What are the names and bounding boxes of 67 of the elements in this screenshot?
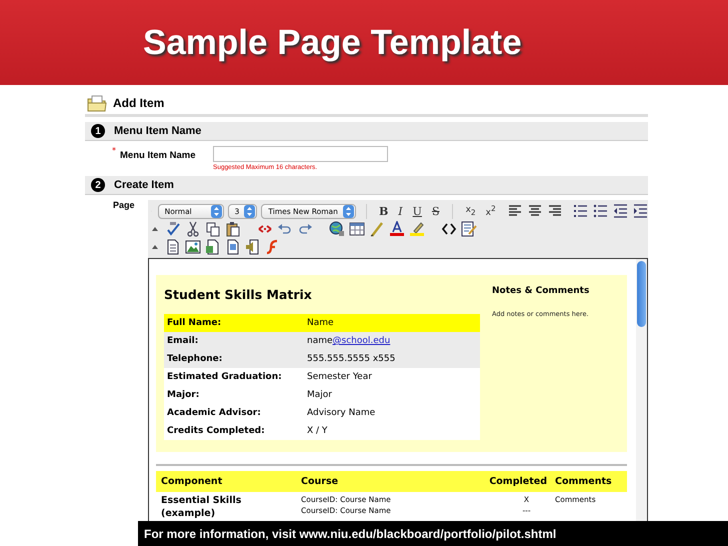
table-cell: name — [307, 336, 333, 346]
globe-icon[interactable] — [329, 221, 345, 237]
footer-text: For more information, visit www.niu.edu/blackboard/portfolio/pilot.shtml — [144, 526, 556, 540]
page-heading: Add Item — [113, 96, 164, 110]
document-icon[interactable] — [205, 239, 221, 255]
step-number: 1 — [91, 124, 105, 138]
spellcheck-icon[interactable] — [165, 221, 181, 237]
document-icon[interactable] — [225, 239, 241, 255]
format-button[interactable]: S — [428, 204, 442, 218]
table-cell: 555.555.5555 x555 — [307, 354, 396, 364]
slide-title: Sample Page Template — [143, 22, 522, 62]
table-cell: Major — [307, 390, 332, 400]
outdent-icon[interactable] — [612, 203, 628, 219]
column-header: Course — [300, 476, 340, 487]
editor-area[interactable] — [148, 258, 648, 521]
align-center-icon[interactable] — [527, 203, 544, 219]
table-cell-text: Credits Completed: — [167, 426, 266, 436]
table-cell-text: Essential Skills (example) — [160, 494, 242, 520]
table-cell: Semester Year — [307, 372, 372, 382]
table-icon[interactable] — [349, 221, 365, 237]
table-cell: Name — [307, 318, 334, 328]
table-cell-text: Academic Advisor: — [167, 408, 262, 418]
format-button[interactable]: I — [395, 204, 406, 218]
field-label: Menu Item Name — [120, 150, 196, 161]
bullet-list-icon[interactable] — [592, 203, 608, 219]
table-cell: X / Y — [307, 426, 328, 436]
section-title: Menu Item Name — [114, 125, 202, 137]
table-cell: Advisory Name — [307, 408, 376, 418]
stepper-icon — [342, 204, 354, 218]
indent-icon[interactable] — [632, 203, 648, 219]
matrix-title: Student Skills Matrix — [164, 287, 313, 302]
scrollbar[interactable] — [636, 259, 647, 521]
image-icon[interactable] — [185, 239, 201, 255]
format-button[interactable]: U — [410, 204, 425, 218]
column-header: Comments — [554, 476, 613, 487]
folder-icon — [87, 94, 107, 112]
section-title: Create Item — [114, 179, 174, 191]
speaker-icon[interactable] — [245, 239, 261, 255]
table-cell-text: Estimated Graduation: — [167, 372, 283, 382]
stepper-icon — [210, 204, 222, 218]
table-cell-text: Full Name: — [167, 318, 222, 328]
numbered-list-icon[interactable] — [572, 203, 588, 219]
required-mark: * — [112, 146, 116, 155]
document-icon[interactable] — [165, 239, 181, 255]
input-field[interactable] — [213, 146, 388, 162]
step-number: 2 — [91, 178, 105, 192]
column-header: Component — [160, 476, 224, 487]
notes-title: Notes & Comments — [492, 286, 590, 296]
code-icon[interactable] — [441, 221, 457, 237]
align-right-icon[interactable] — [547, 203, 564, 219]
email-link[interactable]: @school.edu — [332, 336, 390, 346]
field-label: Page — [113, 200, 136, 212]
copy-icon[interactable] — [205, 221, 221, 237]
table-cell-text: Email: — [167, 336, 200, 346]
table-cell-text: Telephone: — [167, 354, 224, 364]
column-header: Completed — [488, 476, 547, 487]
paste-icon[interactable] — [225, 221, 241, 237]
stepper-icon — [244, 204, 256, 218]
table-cell-text: Major: — [167, 390, 200, 400]
script-button[interactable]: x$_{2}$ — [462, 205, 479, 217]
align-left-icon[interactable] — [507, 203, 524, 219]
font-color-icon[interactable] — [389, 221, 405, 237]
script-button[interactable]: x$^{2}$ — [482, 204, 499, 218]
edit-document-icon[interactable] — [461, 221, 477, 237]
highlighter-icon[interactable] — [409, 221, 425, 237]
format-button[interactable]: B — [376, 204, 392, 218]
scissors-icon[interactable] — [185, 221, 201, 237]
